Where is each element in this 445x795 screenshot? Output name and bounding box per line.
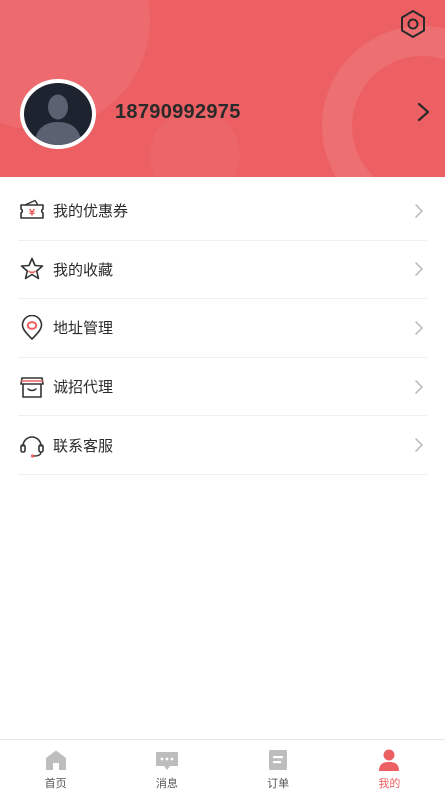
home-icon: [45, 750, 66, 770]
chevron-right-icon: [415, 321, 423, 335]
order-icon: [269, 750, 288, 770]
tab-home[interactable]: 首页: [0, 740, 111, 795]
user-phone: 18790992975: [115, 101, 241, 123]
tab-label: 首页: [44, 777, 67, 790]
chevron-right-icon: [415, 204, 423, 218]
settings-button[interactable]: [397, 8, 429, 40]
tab-label: 消息: [155, 777, 178, 790]
menu-item-label: 诚招代理: [53, 378, 114, 397]
svg-text:¥: ¥: [29, 208, 36, 218]
headset-icon: [19, 432, 45, 458]
message-icon: [155, 752, 178, 770]
menu-item-label: 我的优惠券: [53, 202, 129, 221]
tab-mine[interactable]: 我的: [334, 740, 445, 795]
menu-item-label: 地址管理: [53, 319, 114, 338]
menu-list: ¥ 我的优惠券 我的收藏 地址管理 诚招代理 联系客服: [0, 182, 445, 475]
profile-arrow-button[interactable]: [412, 101, 434, 123]
chevron-right-icon: [417, 102, 430, 122]
store-icon: [19, 374, 45, 400]
menu-item-favorites[interactable]: 我的收藏: [18, 241, 427, 300]
chevron-right-icon: [415, 379, 423, 394]
menu-item-label: 联系客服: [53, 436, 114, 455]
star-icon: [19, 256, 45, 282]
menu-item-agent-recruitment[interactable]: 诚招代理: [18, 358, 427, 417]
avatar-silhouette-icon: [34, 94, 82, 145]
menu-item-customer-service[interactable]: 联系客服: [18, 416, 427, 475]
menu-item-coupons[interactable]: ¥ 我的优惠券: [18, 182, 427, 241]
avatar[interactable]: [20, 79, 96, 149]
menu-item-label: 我的收藏: [53, 260, 114, 279]
chevron-right-icon: [415, 438, 423, 452]
settings-icon: [401, 10, 425, 38]
menu-item-address[interactable]: 地址管理: [18, 299, 427, 358]
chevron-right-icon: [415, 262, 423, 277]
profile-header: 18790992975: [0, 0, 445, 177]
tab-label: 订单: [267, 777, 290, 790]
tab-orders[interactable]: 订单: [223, 740, 334, 795]
bottom-tab-bar: 首页 消息 订单 我的: [0, 739, 445, 795]
tab-label: 我的: [378, 777, 401, 790]
tab-messages[interactable]: 消息: [111, 740, 222, 795]
location-icon: [19, 314, 45, 341]
coupon-icon: ¥: [19, 198, 45, 224]
user-icon: [379, 749, 400, 771]
